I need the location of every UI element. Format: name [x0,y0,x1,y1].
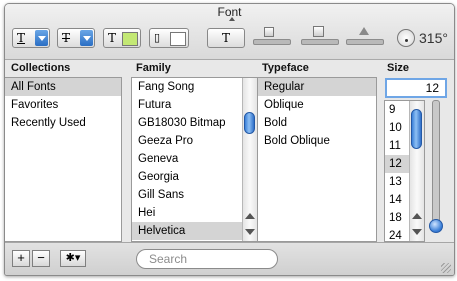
shadow-icon: T [222,31,231,45]
family-item[interactable]: Futura [132,96,257,114]
shadow-angle-label: 315° [419,30,448,46]
shadow-angle-dial[interactable] [397,29,415,47]
size-slider-knob[interactable] [429,219,443,233]
typeface-header: Typeface [262,62,309,74]
typeface-item[interactable]: Oblique [258,96,376,114]
underline-menu-arrow-icon[interactable] [35,30,48,46]
text-color-button[interactable]: T [103,28,141,48]
family-scrollbar[interactable] [242,78,257,241]
collections-header: Collections [11,62,71,74]
action-menu-button[interactable]: ✱▾ [60,250,86,267]
size-item-selected[interactable]: 12 [385,155,410,173]
search-input[interactable]: Search [136,249,278,269]
family-item[interactable]: Hei [132,204,257,222]
family-item[interactable]: Geneva [132,150,257,168]
size-list: 9 10 11 12 13 14 18 24 [384,100,425,242]
typeface-list: Regular Oblique Bold Bold Oblique [257,77,377,242]
size-header: Size [387,62,410,74]
blur-knob-icon[interactable] [313,26,324,37]
size-slider-track[interactable] [432,100,440,232]
font-panel-window: Font T T T ▯ T 315° Collections Family T… [4,3,455,276]
blur-track[interactable] [301,39,339,45]
opacity-track[interactable] [253,39,291,45]
document-icon: ▯ [154,31,161,44]
shadow-button[interactable]: T [207,28,245,48]
bottom-bar: + − ✱▾ Search [5,242,454,275]
opacity-knob-icon[interactable] [264,27,274,37]
size-scroll-thumb[interactable] [411,109,422,149]
family-item[interactable]: Georgia [132,168,257,186]
toolbar: Font T T T ▯ T 315° [5,4,454,60]
strikethrough-menu-arrow-icon[interactable] [80,30,93,46]
collection-item-favorites[interactable]: Favorites [5,96,121,114]
size-field[interactable]: 12 [385,78,447,98]
family-item[interactable]: Fang Song [132,78,257,96]
collection-item-all-fonts[interactable]: All Fonts [5,78,121,96]
typeface-item[interactable]: Bold Oblique [258,132,376,150]
collection-item-recently-used[interactable]: Recently Used [5,114,121,132]
family-item[interactable]: Geeza Pro [132,132,257,150]
family-scroll-thumb[interactable] [244,112,255,134]
strikethrough-button[interactable]: T [57,28,95,48]
strikethrough-icon: T [62,31,71,45]
text-color-icon: T [108,31,117,45]
family-item-selected[interactable]: Helvetica [132,222,243,240]
document-color-swatch [170,32,186,46]
resize-grip-icon[interactable] [441,263,451,273]
offset-track[interactable] [346,39,384,45]
scroll-down-icon[interactable] [412,229,422,235]
typeface-item[interactable]: Bold [258,114,376,132]
collections-list: All Fonts Favorites Recently Used [5,77,122,242]
family-item[interactable]: Gill Sans [132,186,257,204]
text-color-swatch [122,32,138,46]
scroll-up-icon[interactable] [245,213,255,219]
family-list: Fang Song Futura GB18030 Bitmap Geeza Pr… [131,77,258,242]
scroll-down-icon[interactable] [245,229,255,235]
scroll-up-icon[interactable] [412,213,422,219]
underline-icon: T [17,31,26,45]
underline-button[interactable]: T [12,28,50,48]
size-list-scrollbar[interactable] [409,101,424,241]
family-header: Family [136,62,171,74]
document-color-button[interactable]: ▯ [149,28,189,48]
collapse-caret-icon[interactable] [229,17,235,21]
add-collection-button[interactable]: + [12,250,30,267]
family-item[interactable]: GB18030 Bitmap [132,114,257,132]
offset-triangle-icon[interactable] [359,27,369,35]
remove-collection-button[interactable]: − [32,250,50,267]
typeface-item-selected[interactable]: Regular [258,78,376,96]
